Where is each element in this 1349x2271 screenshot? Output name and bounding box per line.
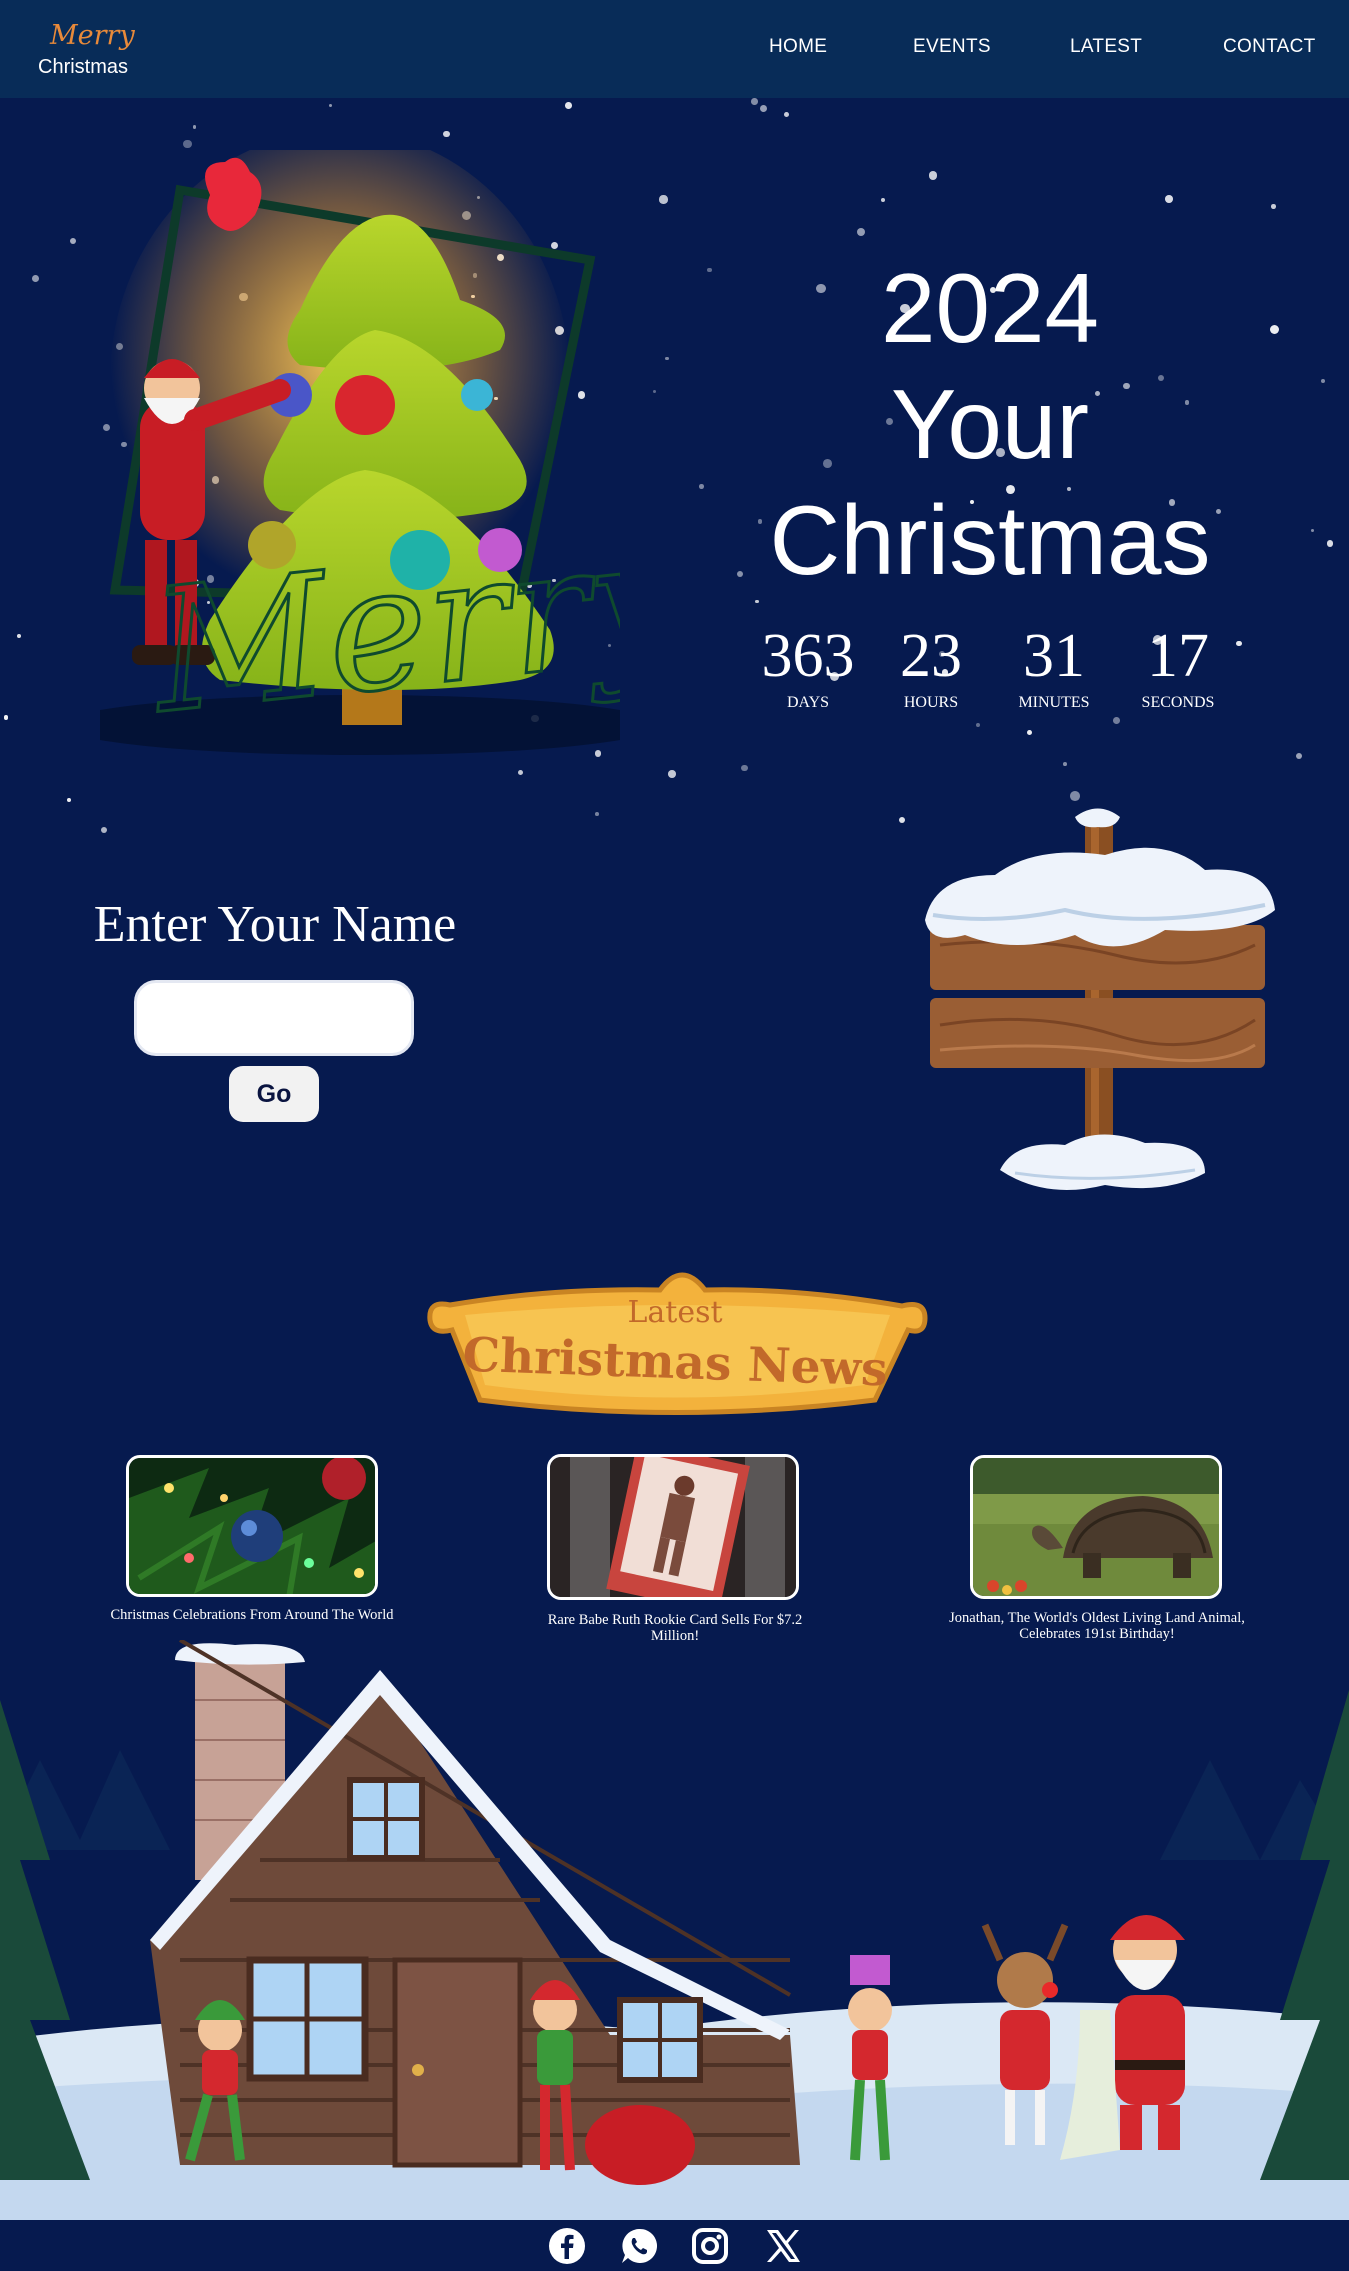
countdown-seconds: 17 SECONDS [1118, 618, 1238, 712]
logo-script-text: Merry [50, 20, 135, 51]
snowflake [1311, 529, 1315, 533]
countdown-days-label: DAYS [786, 694, 830, 711]
hero-title-line2: Your [890, 369, 1089, 479]
hero-title: 2024 Your Christmas [740, 250, 1240, 598]
snowflake [856, 227, 865, 236]
nav-events[interactable]: EVENTS [913, 36, 991, 58]
news-thumb-tortoise[interactable] [970, 1455, 1222, 1599]
snowflake [1271, 204, 1276, 209]
baseball-card-photo [550, 1457, 796, 1597]
snowflake [976, 723, 981, 728]
snowflake [1295, 753, 1303, 760]
hero-title-year: 2024 [880, 253, 1099, 363]
snowflake [707, 267, 712, 273]
news-thumb-baseball-card[interactable] [547, 1454, 799, 1600]
hero-title-line3: Christmas [769, 485, 1211, 595]
logo-text: Christmas [38, 56, 129, 78]
snowflake [1326, 539, 1334, 547]
instagram-icon[interactable] [690, 2226, 730, 2266]
name-input[interactable] [134, 980, 414, 1056]
countdown-hours: 23 HOURS [871, 618, 991, 712]
news-card[interactable]: Christmas Celebrations From Around The W… [102, 1452, 402, 1632]
snowflake [17, 634, 21, 639]
site-header: Merry Christmas HOME EVENTS LATEST CONTA… [0, 0, 1349, 98]
snowflake [751, 98, 758, 105]
snowflake [1062, 761, 1067, 766]
whatsapp-icon[interactable] [619, 2226, 659, 2266]
snowflake [659, 195, 668, 204]
countdown-timer: 363 DAYS 23 HOURS 31 MINUTES 17 SECONDS [748, 618, 1238, 718]
nav-home[interactable]: HOME [769, 36, 827, 58]
snowflake [755, 600, 759, 604]
site-footer [0, 2220, 1349, 2271]
snowy-wooden-sign-illustration [925, 808, 1275, 1190]
snowflake [652, 389, 656, 393]
countdown-days-value: 363 [761, 622, 855, 690]
countdown-seconds-value: 17 [1147, 622, 1209, 690]
christmas-cabin-scene-illustration [0, 1640, 1349, 2220]
nav-latest[interactable]: LATEST [1070, 36, 1142, 58]
snowflake [741, 765, 748, 772]
snowflake [564, 102, 572, 109]
snowflake [898, 816, 905, 823]
snowflake [3, 715, 9, 720]
news-title[interactable]: Jonathan, The World's Oldest Living Land… [947, 1610, 1247, 1642]
snowflake [1270, 324, 1280, 335]
snowflake [101, 826, 108, 833]
snowflake [1165, 195, 1173, 203]
snowflake [668, 770, 677, 779]
snowflake [69, 237, 77, 245]
banner-latest-text: Latest [627, 1295, 722, 1330]
snowflake [784, 112, 790, 117]
countdown-hours-label: HOURS [903, 694, 959, 711]
facebook-icon[interactable] [547, 2226, 587, 2266]
christmas-tree-santa-illustration: Merry [100, 150, 620, 755]
countdown-minutes-value: 31 [1023, 622, 1085, 690]
main-nav: HOME EVENTS LATEST CONTACT [649, 36, 1349, 66]
name-form: Enter Your Name Go [60, 895, 490, 1135]
countdown-minutes: 31 MINUTES [994, 618, 1114, 712]
news-card[interactable]: Jonathan, The World's Oldest Living Land… [947, 1452, 1247, 1652]
snowflake [192, 125, 197, 129]
x-icon[interactable] [762, 2226, 802, 2266]
snowflake [665, 356, 669, 361]
snowflake [1027, 729, 1033, 735]
latest-christmas-news-banner: Latest Christmas News [427, 1272, 928, 1415]
countdown-seconds-label: SECONDS [1141, 694, 1215, 711]
news-card[interactable]: Rare Babe Ruth Rookie Card Sells For $7.… [525, 1452, 825, 1644]
giant-tortoise-photo [973, 1458, 1219, 1596]
christmas-ornament-photo [129, 1458, 375, 1594]
news-title[interactable]: Christmas Celebrations From Around The W… [102, 1607, 402, 1623]
snowflake [328, 103, 332, 107]
snowflake [183, 139, 192, 149]
countdown-days: 363 DAYS [748, 618, 868, 712]
name-form-title: Enter Your Name [93, 896, 457, 953]
snowflake [1070, 790, 1080, 801]
countdown-hours-value: 23 [900, 622, 962, 690]
snowflake [759, 105, 767, 113]
snowflake [67, 798, 72, 803]
snowflake [699, 483, 705, 489]
go-button[interactable]: Go [229, 1066, 319, 1122]
snowflake [881, 197, 886, 203]
snowflake [442, 130, 450, 138]
countdown-minutes-label: MINUTES [1018, 694, 1090, 711]
snowflake [595, 812, 600, 817]
snowflake [928, 171, 938, 180]
snowflake [1320, 378, 1325, 383]
news-thumb-christmas-ornament[interactable] [126, 1455, 378, 1597]
nav-contact[interactable]: CONTACT [1223, 36, 1316, 58]
snowflake [32, 275, 40, 282]
